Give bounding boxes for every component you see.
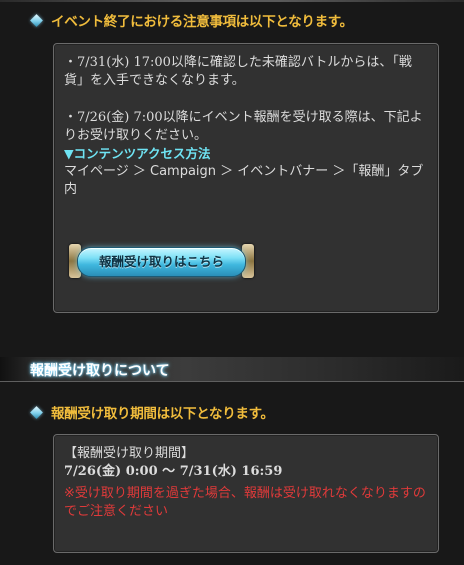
reward-period-label: 【報酬受け取り期間】 <box>64 446 195 461</box>
reward-section-title-text: 報酬受け取りについて <box>30 363 170 379</box>
reward-period-heading: 報酬受け取り期間は以下となります。 <box>0 400 274 424</box>
access-method-title: ▼コンテンツアクセス方法 <box>64 146 211 161</box>
reward-period-heading-text: 報酬受け取り期間は以下となります。 <box>51 406 274 422</box>
reward-section-title: 報酬受け取りについて <box>0 357 464 382</box>
access-method-path: マイページ ＞ Campaign ＞ イベントバナー ＞「報酬」タブ内 <box>64 164 424 197</box>
diamond-bullet-icon <box>30 13 43 27</box>
reward-period-value: 7/26(金) 0:00 ～ 7/31(水) 16:59 <box>64 464 283 479</box>
notice-panel: ・7/31(水) 17:00以降に確認した未確認バトルからは、「戦貨」を入手でき… <box>53 43 439 313</box>
frame-top-border <box>0 0 464 2</box>
diamond-bullet-icon <box>30 405 43 419</box>
reward-period-panel: 【報酬受け取り期間】 7/26(金) 0:00 ～ 7/31(水) 16:59 … <box>53 434 439 553</box>
reward-period-warning: ※受け取り期間を過ぎた場合、報酬は受け取れなくなりますのでご注意ください <box>64 486 426 519</box>
notice-heading-text: イベント終了における注意事項は以下となります。 <box>51 14 353 30</box>
notice-para-battle: ・7/31(水) 17:00以降に確認した未確認バトルからは、「戦貨」を入手でき… <box>64 55 412 88</box>
receive-rewards-button-label[interactable]: 報酬受け取りはこちら <box>77 247 246 277</box>
receive-rewards-button[interactable]: 報酬受け取りはこちら <box>69 244 254 278</box>
notice-para-reward: ・7/26(金) 7:00以降にイベント報酬を受け取る際は、下記よりお受け取りく… <box>64 110 423 143</box>
notice-heading: イベント終了における注意事項は以下となります。 <box>0 8 353 32</box>
